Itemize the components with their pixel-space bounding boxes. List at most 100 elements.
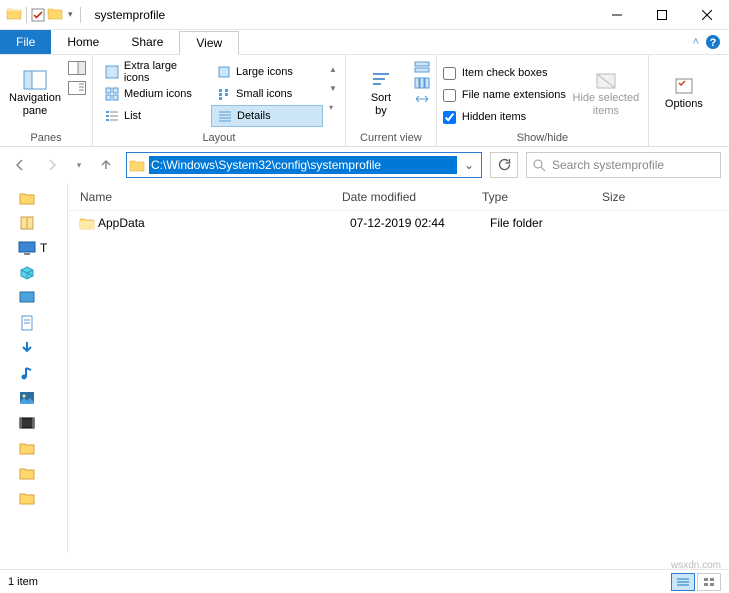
- title-bar: ▾ systemprofile: [0, 0, 729, 30]
- folder-icon: [6, 6, 22, 23]
- tab-view[interactable]: View: [179, 31, 239, 55]
- column-headers[interactable]: Name Date modified Type Size: [68, 183, 729, 211]
- group-current-view-label: Current view: [352, 131, 430, 145]
- item-count: 1 item: [8, 576, 38, 588]
- group-layout: Extra large icons Large icons Medium ico…: [93, 55, 346, 146]
- col-size[interactable]: Size: [590, 190, 670, 204]
- sidebar-downloads[interactable]: [18, 339, 36, 357]
- cube-icon: [18, 264, 36, 282]
- group-by-button[interactable]: [414, 61, 430, 73]
- sidebar-3d[interactable]: [18, 264, 36, 282]
- row-name: AppData: [98, 216, 338, 230]
- up-button[interactable]: [94, 153, 118, 177]
- row-type: File folder: [478, 216, 598, 230]
- sidebar-pictures[interactable]: [18, 389, 36, 407]
- sidebar-item-archive[interactable]: [18, 214, 36, 232]
- sort-by-button[interactable]: Sort by: [352, 61, 410, 127]
- hide-selected-button[interactable]: Hide selected items: [570, 61, 642, 127]
- sidebar-item-folder4[interactable]: [18, 489, 36, 507]
- search-placeholder: Search systemprofile: [552, 158, 664, 172]
- recent-dropdown[interactable]: ▾: [72, 153, 86, 177]
- sidebar-videos[interactable]: [18, 414, 36, 432]
- help-icon[interactable]: ?: [705, 34, 721, 50]
- sidebar-item-folder2[interactable]: [18, 439, 36, 457]
- minimize-button[interactable]: [594, 0, 639, 30]
- layout-details[interactable]: Details: [211, 105, 323, 127]
- layout-small[interactable]: Small icons: [211, 83, 323, 105]
- qat: ▾: [0, 6, 83, 23]
- download-icon: [18, 339, 36, 357]
- group-current-view: Sort by Current view: [346, 55, 437, 146]
- navigation-bar: ▾ C:\Windows\System32\config\systemprofi…: [0, 147, 729, 183]
- pc-icon: [18, 239, 36, 257]
- document-icon: [18, 314, 36, 332]
- layout-scroll-up[interactable]: ▲: [329, 65, 337, 74]
- table-row[interactable]: AppData 07-12-2019 02:44 File folder: [68, 211, 729, 235]
- large-icons-toggle[interactable]: [697, 573, 721, 591]
- options-button[interactable]: Options: [655, 61, 713, 127]
- file-menu[interactable]: File: [0, 30, 51, 54]
- back-button[interactable]: [8, 153, 32, 177]
- details-pane-button[interactable]: [68, 81, 86, 95]
- folder-icon: [76, 216, 98, 230]
- tab-home[interactable]: Home: [51, 30, 115, 54]
- navigation-pane-button[interactable]: Navigation pane: [6, 61, 64, 127]
- video-icon: [18, 414, 36, 432]
- details-view-toggle[interactable]: [671, 573, 695, 591]
- col-modified[interactable]: Date modified: [330, 190, 470, 204]
- window-title: systemprofile: [95, 8, 166, 22]
- address-bar[interactable]: C:\Windows\System32\config\systemprofile…: [126, 152, 482, 178]
- layout-scroll-down[interactable]: ▼: [329, 84, 337, 93]
- sidebar-this-pc[interactable]: T: [18, 239, 47, 257]
- checkbox-icon[interactable]: [31, 8, 45, 22]
- sort-by-label: Sort by: [371, 92, 391, 118]
- file-list: Name Date modified Type Size AppData 07-…: [68, 183, 729, 553]
- content-area: T Name Date modified Type Size AppData 0…: [0, 183, 729, 553]
- layout-medium[interactable]: Medium icons: [99, 83, 211, 105]
- sidebar-documents[interactable]: [18, 314, 36, 332]
- sidebar-item-folder3[interactable]: [18, 464, 36, 482]
- address-dropdown-icon[interactable]: ⌄: [457, 158, 481, 172]
- navigation-tree[interactable]: T: [0, 183, 68, 553]
- close-button[interactable]: [684, 0, 729, 30]
- sidebar-item-folder1[interactable]: [18, 189, 36, 207]
- watermark: wsxdn.com: [671, 560, 721, 571]
- folder-icon: [18, 189, 36, 207]
- archive-icon: [18, 214, 36, 232]
- folder-icon: [18, 439, 36, 457]
- address-path[interactable]: C:\Windows\System32\config\systemprofile: [149, 156, 457, 174]
- search-icon: [533, 159, 546, 172]
- forward-button[interactable]: [40, 153, 64, 177]
- hidden-items[interactable]: Hidden items: [443, 107, 566, 127]
- search-input[interactable]: Search systemprofile: [526, 152, 721, 178]
- collapse-ribbon-icon[interactable]: ˄: [693, 36, 699, 48]
- maximize-button[interactable]: [639, 0, 684, 30]
- layout-more[interactable]: ▾: [329, 103, 337, 112]
- col-name[interactable]: Name: [68, 190, 330, 204]
- col-type[interactable]: Type: [470, 190, 590, 204]
- music-icon: [18, 364, 36, 382]
- picture-icon: [18, 389, 36, 407]
- sidebar-desktop[interactable]: [18, 289, 36, 307]
- file-name-extensions[interactable]: File name extensions: [443, 85, 566, 105]
- navigation-pane-label: Navigation pane: [9, 92, 61, 118]
- folder-icon: [47, 6, 63, 23]
- layout-list[interactable]: List: [99, 105, 211, 127]
- ribbon: Navigation pane Panes Extra large icons …: [0, 55, 729, 147]
- folder-icon: [127, 158, 147, 172]
- sidebar-music[interactable]: [18, 364, 36, 382]
- preview-pane-button[interactable]: [68, 61, 86, 75]
- layout-large[interactable]: Large icons: [211, 61, 323, 83]
- separator: [80, 7, 81, 23]
- size-columns-button[interactable]: [414, 93, 430, 105]
- tab-share[interactable]: Share: [115, 30, 179, 54]
- item-check-boxes[interactable]: Item check boxes: [443, 63, 566, 83]
- options-label: Options: [665, 98, 703, 111]
- refresh-button[interactable]: [490, 152, 518, 178]
- hide-selected-label: Hide selected items: [573, 92, 640, 118]
- qat-dropdown-icon[interactable]: ▾: [65, 9, 76, 20]
- desktop-icon: [18, 289, 36, 307]
- layout-extra-large[interactable]: Extra large icons: [99, 61, 211, 83]
- add-columns-button[interactable]: [414, 77, 430, 89]
- group-show-hide: Item check boxes File name extensions Hi…: [437, 55, 649, 146]
